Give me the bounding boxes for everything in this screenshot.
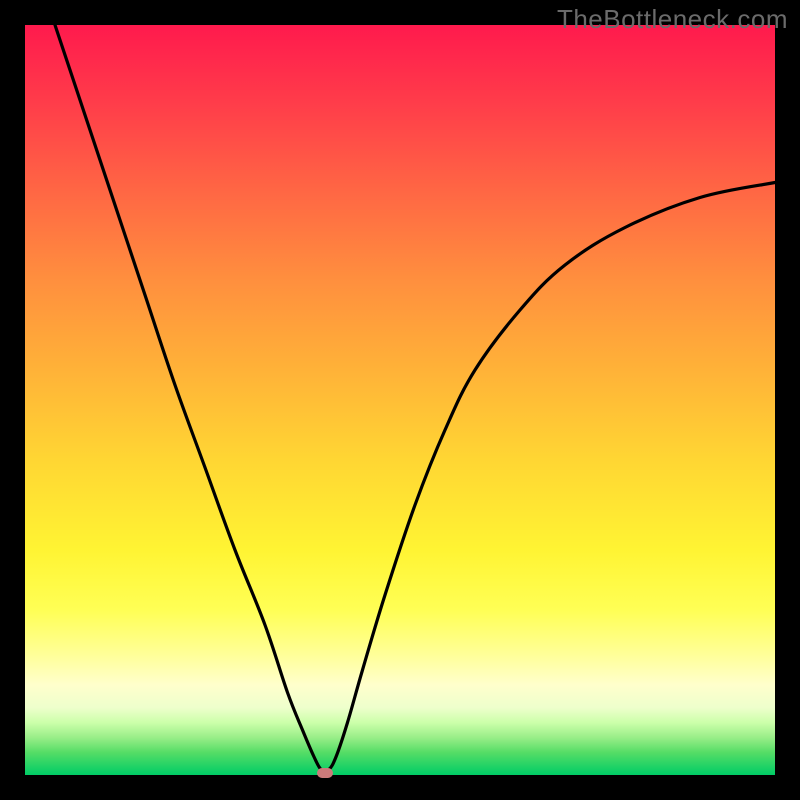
watermark-text: TheBottleneck.com (557, 4, 788, 35)
plot-area (25, 25, 775, 775)
minimum-marker (317, 768, 333, 778)
chart-frame: TheBottleneck.com (0, 0, 800, 800)
bottleneck-curve (25, 25, 775, 775)
